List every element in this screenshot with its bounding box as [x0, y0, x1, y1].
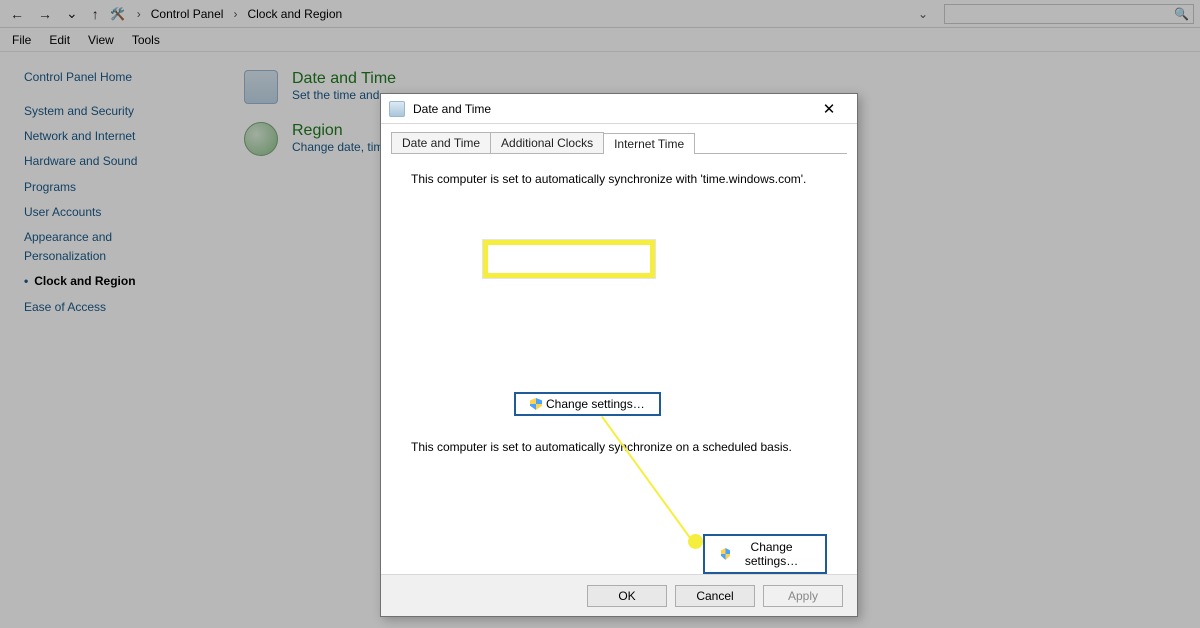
- breadcrumb-root[interactable]: Control Panel: [151, 7, 224, 21]
- back-button[interactable]: ←: [6, 6, 28, 22]
- ok-button[interactable]: OK: [587, 585, 667, 607]
- tab-date-time[interactable]: Date and Time: [391, 132, 491, 153]
- menu-edit[interactable]: Edit: [49, 33, 70, 47]
- dialog-tabs: Date and Time Additional Clocks Internet…: [391, 132, 847, 154]
- tab-additional-clocks[interactable]: Additional Clocks: [490, 132, 604, 153]
- up-button[interactable]: ↑: [88, 6, 103, 22]
- change-settings-button[interactable]: Change settings…: [514, 392, 661, 416]
- search-input[interactable]: 🔍: [944, 4, 1194, 24]
- nav-toolbar: ← → ⌄ ↑ 🛠️ › Control Panel › Clock and R…: [0, 0, 1200, 28]
- tab-internet-time[interactable]: Internet Time: [603, 133, 695, 154]
- group-title[interactable]: Region: [292, 122, 383, 140]
- chevron-right-icon: ›: [133, 7, 145, 21]
- address-dropdown[interactable]: ⌄: [918, 7, 938, 21]
- sidebar-item-user-accounts[interactable]: User Accounts: [24, 203, 220, 222]
- menu-bar: File Edit View Tools: [0, 28, 1200, 52]
- clock-icon: [244, 70, 278, 104]
- button-label: Change settings…: [734, 540, 809, 568]
- sidebar-item-hardware[interactable]: Hardware and Sound: [24, 152, 220, 171]
- sidebar: Control Panel Home System and Security N…: [0, 52, 220, 628]
- clock-icon: [389, 101, 405, 117]
- button-label: Change settings…: [546, 397, 645, 411]
- schedule-status-text: This computer is set to automatically sy…: [411, 440, 792, 454]
- sidebar-item-appearance[interactable]: Appearance and Personalization: [24, 228, 174, 266]
- sidebar-item-programs[interactable]: Programs: [24, 178, 220, 197]
- menu-file[interactable]: File: [12, 33, 31, 47]
- cancel-button[interactable]: Cancel: [675, 585, 755, 607]
- search-icon: 🔍: [1174, 7, 1189, 21]
- sync-status-text: This computer is set to automatically sy…: [411, 172, 827, 186]
- sidebar-home[interactable]: Control Panel Home: [24, 70, 220, 84]
- change-settings-button[interactable]: Change settings…: [703, 534, 827, 574]
- group-title[interactable]: Date and Time: [292, 70, 396, 88]
- apply-button: Apply: [763, 585, 843, 607]
- sidebar-item-system[interactable]: System and Security: [24, 102, 220, 121]
- menu-tools[interactable]: Tools: [132, 33, 160, 47]
- uac-shield-icon: [721, 548, 730, 560]
- close-button[interactable]: ✕: [809, 100, 849, 118]
- sidebar-item-ease-access[interactable]: Ease of Access: [24, 298, 220, 317]
- annotation-dot: [688, 534, 703, 549]
- group-sublink[interactable]: Change date, tim: [292, 140, 383, 154]
- sidebar-item-network[interactable]: Network and Internet: [24, 127, 220, 146]
- globe-icon: [244, 122, 278, 156]
- menu-view[interactable]: View: [88, 33, 114, 47]
- breadcrumb-current[interactable]: Clock and Region: [247, 7, 342, 21]
- forward-button[interactable]: →: [34, 6, 56, 22]
- sidebar-item-clock-region[interactable]: Clock and Region: [24, 272, 220, 291]
- chevron-right-icon: ›: [229, 7, 241, 21]
- dialog-footer: OK Cancel Apply: [381, 574, 857, 616]
- dialog-titlebar: Date and Time ✕: [381, 94, 857, 124]
- uac-shield-icon: [530, 398, 542, 410]
- annotation-line: [601, 416, 695, 545]
- control-panel-icon: 🛠️: [109, 5, 127, 23]
- recent-dropdown[interactable]: ⌄: [62, 5, 82, 22]
- dialog-title: Date and Time: [413, 102, 491, 116]
- date-time-dialog: Date and Time ✕ Date and Time Additional…: [380, 93, 858, 617]
